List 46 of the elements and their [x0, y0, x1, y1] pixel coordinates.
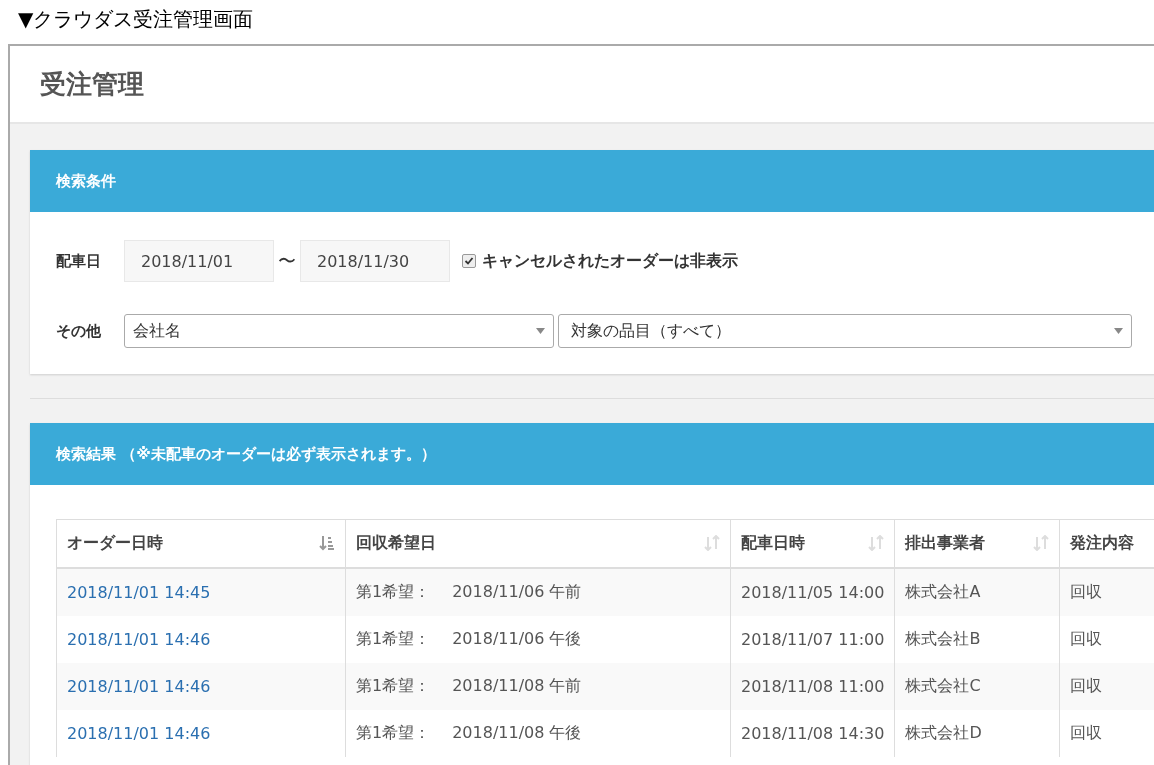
table-cell: 株式会社D	[905, 722, 982, 742]
table-cell: 回収	[1070, 628, 1103, 648]
table-cell: 2018/11/08 11:00	[741, 676, 885, 696]
table-cell: 第1希望：	[356, 675, 431, 695]
select-field[interactable]: 対象の品目（すべて）	[558, 314, 1132, 348]
table-cell: 第1希望：	[356, 722, 431, 742]
table-cell: 2018/11/06 午前	[452, 581, 582, 601]
dropdown-caret-icon	[1114, 328, 1123, 334]
column-header[interactable]: 配車日時	[730, 519, 895, 568]
page-title: 受注管理	[40, 67, 144, 101]
select-field[interactable]: 会社名	[124, 314, 554, 348]
sort-icon[interactable]	[1033, 535, 1050, 552]
date-input[interactable]: 2018/11/01	[124, 240, 274, 282]
date-input[interactable]: 2018/11/30	[300, 240, 450, 282]
panel-title: 検索結果 （※未配車のオーダーは必ず表示されます。）	[56, 444, 436, 464]
table-cell: 2018/11/08 14:30	[741, 723, 885, 743]
table-cell: 2018/11/07 11:00	[741, 629, 885, 649]
table-cell: 2018/11/08 午後	[452, 722, 582, 742]
field-label: 配車日	[56, 251, 102, 271]
order-link[interactable]: 2018/11/01 14:46	[67, 629, 211, 649]
sort-icon[interactable]	[704, 535, 720, 552]
checkbox-label: キャンセルされたオーダーは非表示	[482, 250, 738, 272]
order-link[interactable]: 2018/11/01 14:46	[67, 723, 211, 743]
table-cell: 回収	[1070, 675, 1103, 695]
table-cell: 第1希望：	[356, 581, 431, 601]
table-cell: 株式会社B	[905, 628, 981, 648]
range-separator: 〜	[278, 249, 296, 273]
table-cell: 回収	[1070, 581, 1103, 601]
column-header[interactable]: 排出事業者	[894, 519, 1060, 568]
column-header[interactable]: 発注内容	[1059, 519, 1154, 568]
sort-descending-icon[interactable]	[319, 535, 335, 552]
table-cell: 2018/11/05 14:00	[741, 582, 885, 602]
panel-title: 検索条件	[56, 171, 116, 191]
table-cell: 株式会社A	[905, 581, 981, 601]
table-cell: 2018/11/08 午前	[452, 675, 582, 695]
column-header[interactable]: 回収希望日	[345, 519, 731, 568]
checkbox[interactable]	[462, 254, 476, 268]
table-cell: 2018/11/06 午後	[452, 628, 582, 648]
table-cell: 第1希望：	[356, 628, 431, 648]
column-header[interactable]: オーダー日時	[56, 519, 346, 568]
table-cell: 回収	[1070, 722, 1103, 742]
dropdown-caret-icon	[536, 328, 545, 334]
field-label: その他	[56, 321, 102, 341]
caption-text: ▼クラウダス受注管理画面	[17, 6, 255, 33]
sort-icon[interactable]	[868, 535, 885, 552]
table-cell: 株式会社C	[905, 675, 981, 695]
